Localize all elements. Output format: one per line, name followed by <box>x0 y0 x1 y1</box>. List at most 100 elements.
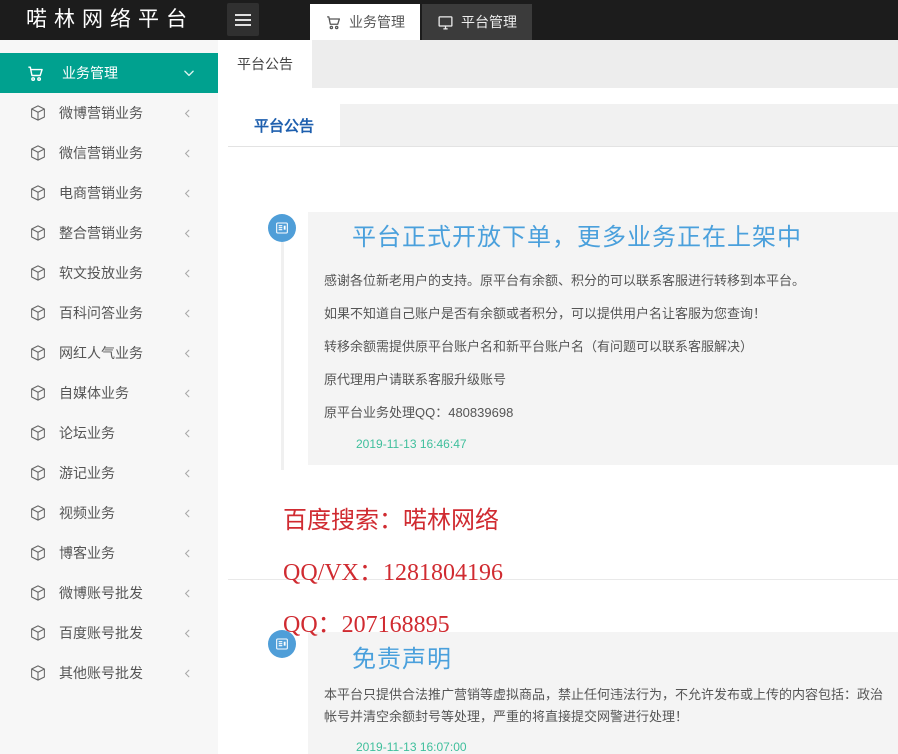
sidebar-item-label: 软文投放业务 <box>59 263 143 283</box>
sidebar-item-label: 游记业务 <box>59 463 115 483</box>
sidebar-item-label: 论坛业务 <box>59 423 115 443</box>
sidebar-section-label: 业务管理 <box>62 63 118 83</box>
cube-icon <box>29 384 47 402</box>
sidebar-item[interactable]: 其他账号批发 <box>0 653 218 693</box>
cube-icon <box>29 104 47 122</box>
sidebar-section-business[interactable]: 业务管理 <box>0 53 218 93</box>
chevron-left-icon <box>181 547 194 560</box>
announcement-paragraph: 本平台只提供合法推广营销等虚拟商品，禁止任何违法行为，不允许发布或上传的内容包括… <box>308 684 898 706</box>
chevron-left-icon <box>181 147 194 160</box>
chevron-left-icon <box>181 107 194 120</box>
top-bar: 喏林网络平台 业务管理 平台管理 <box>0 0 898 40</box>
chevron-left-icon <box>181 307 194 320</box>
app-title: 喏林网络平台 <box>26 0 194 40</box>
monitor-icon <box>437 14 454 31</box>
announcement-timestamp: 2019-11-13 16:46:47 <box>308 437 898 451</box>
app-window: 喏林网络平台 业务管理 平台管理 平台公告 <box>0 0 898 754</box>
announcement-paragraph: 原代理用户请联系客服升级账号 <box>308 371 898 388</box>
announcement-timestamp: 2019-11-13 16:07:00 <box>308 740 898 754</box>
tab-label: 业务管理 <box>349 12 405 32</box>
cube-icon <box>29 624 47 642</box>
sidebar-item[interactable]: 论坛业务 <box>0 413 218 453</box>
sidebar-item-label: 整合营销业务 <box>59 223 143 243</box>
chevron-left-icon <box>181 667 194 680</box>
sidebar-item-label: 微博营销业务 <box>59 103 143 123</box>
tab-business-management[interactable]: 业务管理 <box>310 4 420 40</box>
card-tab-strip: 平台公告 <box>228 104 898 147</box>
open-tab-platform-announcement[interactable]: 平台公告 <box>218 40 312 88</box>
sidebar-item-label: 自媒体业务 <box>59 383 129 403</box>
announcement-body: 本平台只提供合法推广营销等虚拟商品，禁止任何违法行为，不允许发布或上传的内容包括… <box>308 684 898 728</box>
cube-icon <box>29 504 47 522</box>
sidebar-item[interactable]: 整合营销业务 <box>0 213 218 253</box>
sidebar-item-label: 网红人气业务 <box>59 343 143 363</box>
sidebar-toggle-button[interactable] <box>227 3 259 36</box>
cube-icon <box>29 144 47 162</box>
announcement-body: 感谢各位新老用户的支持。原平台有余额、积分的可以联系客服进行转移到本平台。 如果… <box>308 272 898 421</box>
announcement-paragraph: 感谢各位新老用户的支持。原平台有余额、积分的可以联系客服进行转移到本平台。 <box>308 272 898 289</box>
chevron-left-icon <box>181 467 194 480</box>
tab-label: 平台管理 <box>461 12 517 32</box>
cube-icon <box>29 344 47 362</box>
sidebar-item-label: 微信营销业务 <box>59 143 143 163</box>
announcement-paragraph: 如果不知道自己账户是否有余额或者积分，可以提供用户名让客服为您查询！ <box>308 305 898 322</box>
tab-platform-management[interactable]: 平台管理 <box>422 4 532 40</box>
chevron-left-icon <box>181 347 194 360</box>
sidebar-item[interactable]: 电商营销业务 <box>0 173 218 213</box>
sidebar-item[interactable]: 微博账号批发 <box>0 573 218 613</box>
sidebar-item[interactable]: 网红人气业务 <box>0 333 218 373</box>
promo-text-block: 百度搜索：喏林网络 QQ/VX：1281804196 QQ：207168895 <box>283 500 503 656</box>
chevron-left-icon <box>181 267 194 280</box>
cube-icon <box>29 224 47 242</box>
chevron-left-icon <box>181 507 194 520</box>
sidebar-item[interactable]: 视频业务 <box>0 493 218 533</box>
sidebar-item[interactable]: 游记业务 <box>0 453 218 493</box>
sidebar-item[interactable]: 软文投放业务 <box>0 253 218 293</box>
chevron-left-icon <box>181 587 194 600</box>
sidebar-item[interactable]: 百度账号批发 <box>0 613 218 653</box>
cube-icon <box>29 664 47 682</box>
sidebar-menu: 微博营销业务 微信营销业务 电商营销业务 <box>0 93 218 693</box>
cart-icon <box>26 64 45 83</box>
sidebar: 业务管理 微博营销业务 <box>0 40 218 754</box>
chevron-left-icon <box>181 227 194 240</box>
card-tab-platform-announcement[interactable]: 平台公告 <box>228 104 340 146</box>
sidebar-item[interactable]: 微信营销业务 <box>0 133 218 173</box>
open-tabs-bar: 平台公告 <box>218 40 898 88</box>
sidebar-item[interactable]: 自媒体业务 <box>0 373 218 413</box>
announcement-title: 平台正式开放下单，更多业务正在上架中 <box>308 220 898 256</box>
chevron-down-icon <box>182 66 196 80</box>
promo-line: 百度搜索：喏林网络 <box>283 500 503 526</box>
sidebar-item-label: 百度账号批发 <box>59 623 143 643</box>
cube-icon <box>29 464 47 482</box>
sidebar-item[interactable]: 博客业务 <box>0 533 218 573</box>
cube-icon <box>29 544 47 562</box>
newspaper-icon <box>268 630 296 658</box>
cube-icon <box>29 584 47 602</box>
sidebar-item[interactable]: 百科问答业务 <box>0 293 218 333</box>
cube-icon <box>29 424 47 442</box>
sidebar-item[interactable]: 微博营销业务 <box>0 93 218 133</box>
sidebar-item-label: 视频业务 <box>59 503 115 523</box>
newspaper-icon <box>268 214 296 242</box>
announcement-paragraph: 帐号并清空余额封号等处理，严重的将直接提交网警进行处理！ <box>308 706 898 728</box>
promo-line: QQ/VX：1281804196 <box>283 552 503 578</box>
chevron-left-icon <box>181 187 194 200</box>
sidebar-item-label: 其他账号批发 <box>59 663 143 683</box>
sidebar-item-label: 电商营销业务 <box>59 183 143 203</box>
hamburger-icon <box>235 14 251 16</box>
promo-line: QQ：207168895 <box>283 604 503 630</box>
cube-icon <box>29 184 47 202</box>
announcement-paragraph: 原平台业务处理QQ：480839698 <box>308 404 898 421</box>
timeline-line <box>281 242 284 470</box>
cube-icon <box>29 264 47 282</box>
cart-icon <box>325 14 342 31</box>
sidebar-item-label: 百科问答业务 <box>59 303 143 323</box>
announcement-item: 平台正式开放下单，更多业务正在上架中 感谢各位新老用户的支持。原平台有余额、积分… <box>308 212 898 465</box>
sidebar-item-label: 微博账号批发 <box>59 583 143 603</box>
top-nav: 业务管理 平台管理 <box>310 4 532 40</box>
chevron-left-icon <box>181 627 194 640</box>
chevron-left-icon <box>181 427 194 440</box>
chevron-left-icon <box>181 387 194 400</box>
announcement-paragraph: 转移余额需提供原平台账户名和新平台账户名（有问题可以联系客服解决） <box>308 338 898 355</box>
